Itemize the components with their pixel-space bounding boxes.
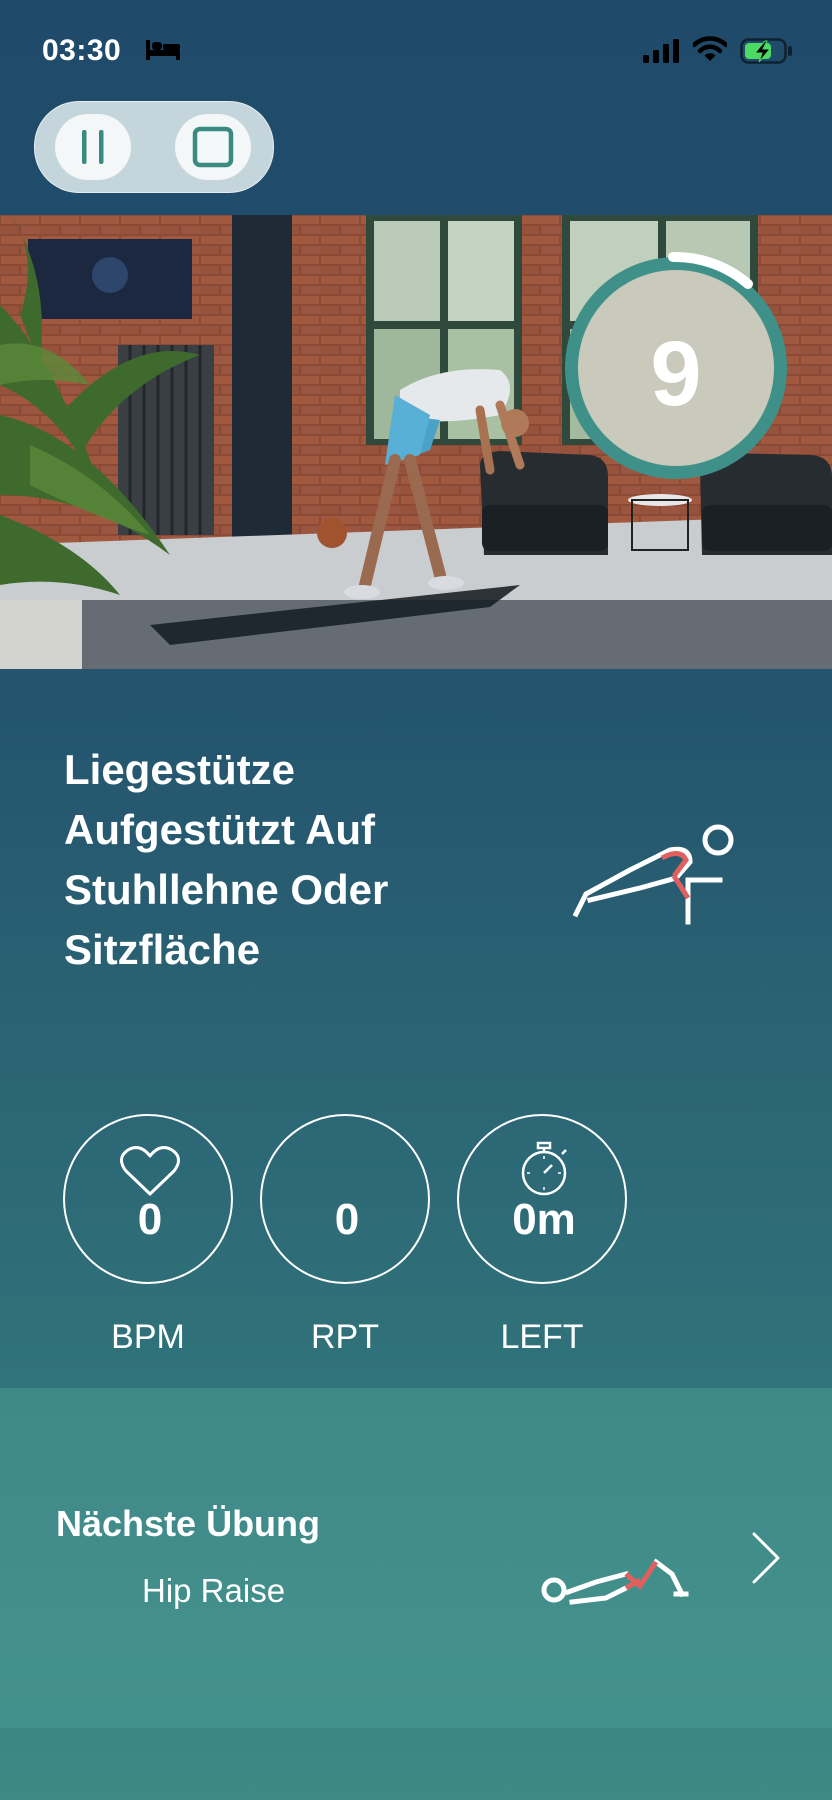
bpm-stat: 0 bbox=[63, 1114, 233, 1284]
pause-button[interactable] bbox=[55, 114, 131, 180]
rpt-value: 0 bbox=[334, 1195, 360, 1244]
playback-controls bbox=[34, 101, 274, 193]
pause-icon bbox=[82, 130, 104, 164]
battery-charging-icon bbox=[740, 38, 792, 64]
signal-icon bbox=[643, 39, 679, 63]
bpm-label: BPM bbox=[111, 1318, 185, 1356]
video-progress-fill bbox=[0, 600, 82, 669]
time-left-stat: 0m bbox=[457, 1114, 627, 1284]
status-bar: 03:30 bbox=[0, 0, 832, 100]
next-exercise-heading: Nächste Übung bbox=[56, 1503, 321, 1544]
video-progress-bar[interactable] bbox=[0, 600, 832, 669]
time-left-label: LEFT bbox=[500, 1318, 584, 1356]
rpt-label: RPT bbox=[311, 1318, 379, 1356]
next-exercise-name: Hip Raise bbox=[142, 1572, 286, 1609]
exercise-title: Liegestütze Aufgestützt Auf Stuhllehne O… bbox=[64, 746, 389, 973]
stop-button[interactable] bbox=[175, 114, 251, 180]
status-time: 03:30 bbox=[42, 34, 122, 67]
hip-raise-figure-icon bbox=[541, 1558, 689, 1605]
chevron-right-icon[interactable] bbox=[748, 1530, 784, 1586]
stop-icon bbox=[192, 126, 234, 168]
rpt-stat: 0 bbox=[260, 1114, 430, 1284]
stopwatch-icon bbox=[521, 1141, 567, 1196]
heart-icon bbox=[120, 1146, 180, 1196]
wifi-icon bbox=[693, 36, 727, 61]
pushup-figure-icon bbox=[572, 824, 734, 925]
time-left-value: 0m bbox=[512, 1195, 576, 1244]
countdown-value: 9 bbox=[650, 323, 702, 425]
bpm-value: 0 bbox=[137, 1195, 163, 1244]
next-exercise-panel[interactable] bbox=[0, 1388, 832, 1728]
bed-icon bbox=[146, 40, 180, 60]
